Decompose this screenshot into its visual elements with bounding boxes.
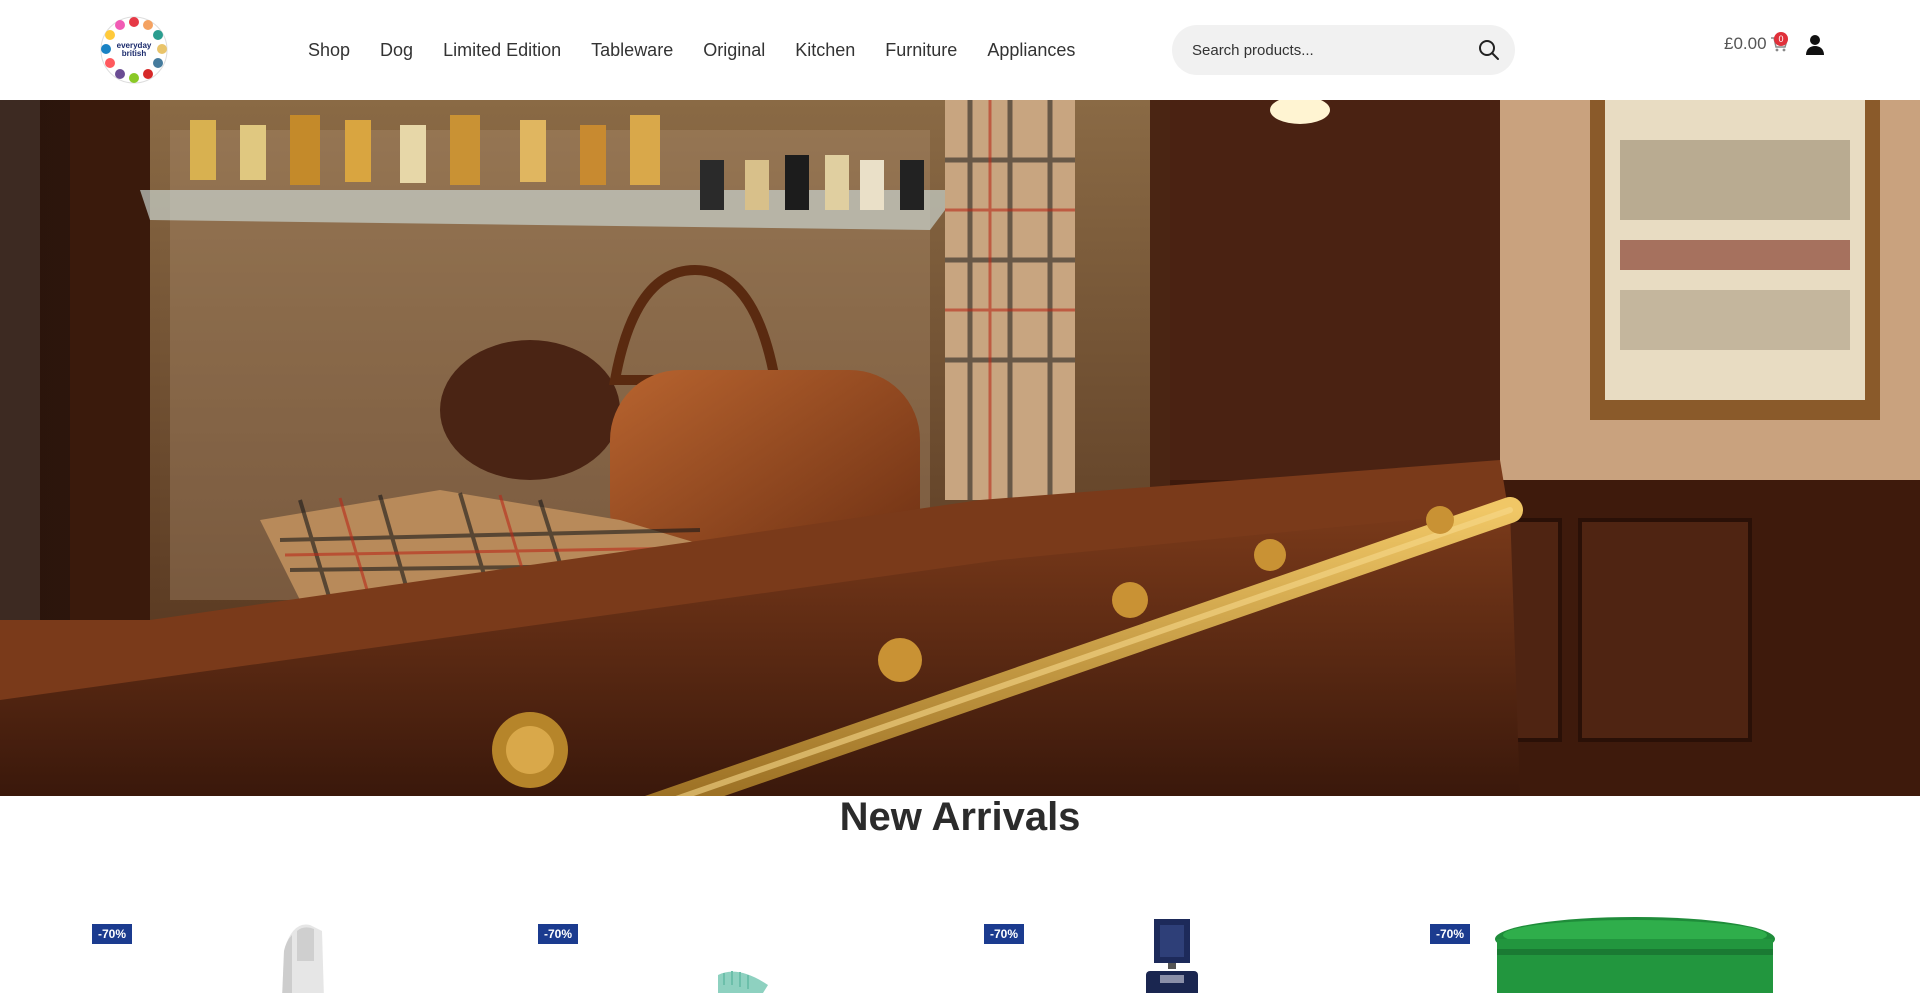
cart-count-badge: 0 — [1774, 32, 1788, 46]
new-arrivals-title: New Arrivals — [839, 795, 1081, 839]
discount-badge: -70% — [92, 924, 133, 944]
product-card[interactable]: -70% — [538, 915, 958, 993]
product-card[interactable]: -70% — [984, 915, 1404, 993]
brush-icon — [718, 971, 768, 993]
product-card[interactable]: -70% — [92, 915, 512, 993]
hero-banner[interactable] — [0, 100, 1920, 796]
nav-item-original[interactable]: Original — [703, 40, 765, 61]
perfume-bottle-icon — [1146, 919, 1198, 993]
site-header: everyday british Shop Dog Limited Editio… — [0, 0, 1920, 100]
search-icon[interactable] — [1477, 38, 1501, 62]
logo-text: everyday british — [100, 16, 168, 84]
nav-item-furniture[interactable]: Furniture — [885, 40, 957, 61]
nav-item-tableware[interactable]: Tableware — [591, 40, 673, 61]
nav-item-appliances[interactable]: Appliances — [987, 40, 1075, 61]
site-logo[interactable]: everyday british — [100, 16, 168, 84]
cart-total: £0.00 — [1724, 34, 1767, 53]
hero-shop-interior-image — [0, 100, 1920, 796]
nav-item-kitchen[interactable]: Kitchen — [795, 40, 855, 61]
nav-item-dog[interactable]: Dog — [380, 40, 413, 61]
product-card[interactable]: -70% — [1430, 915, 1850, 993]
discount-badge: -70% — [984, 924, 1025, 944]
nav-item-shop[interactable]: Shop — [308, 40, 350, 61]
account-icon[interactable] — [1805, 34, 1825, 56]
logo-line2: british — [121, 49, 147, 58]
discount-badge: -70% — [538, 924, 579, 944]
green-bucket-icon — [1495, 917, 1775, 993]
discount-badge: -70% — [1430, 924, 1471, 944]
spray-bottle-icon — [282, 924, 324, 993]
search-bar — [1172, 25, 1515, 75]
nav-item-limited-edition[interactable]: Limited Edition — [443, 40, 561, 61]
search-input[interactable] — [1192, 41, 1462, 59]
main-nav: Shop Dog Limited Edition Tableware Origi… — [308, 0, 1105, 100]
